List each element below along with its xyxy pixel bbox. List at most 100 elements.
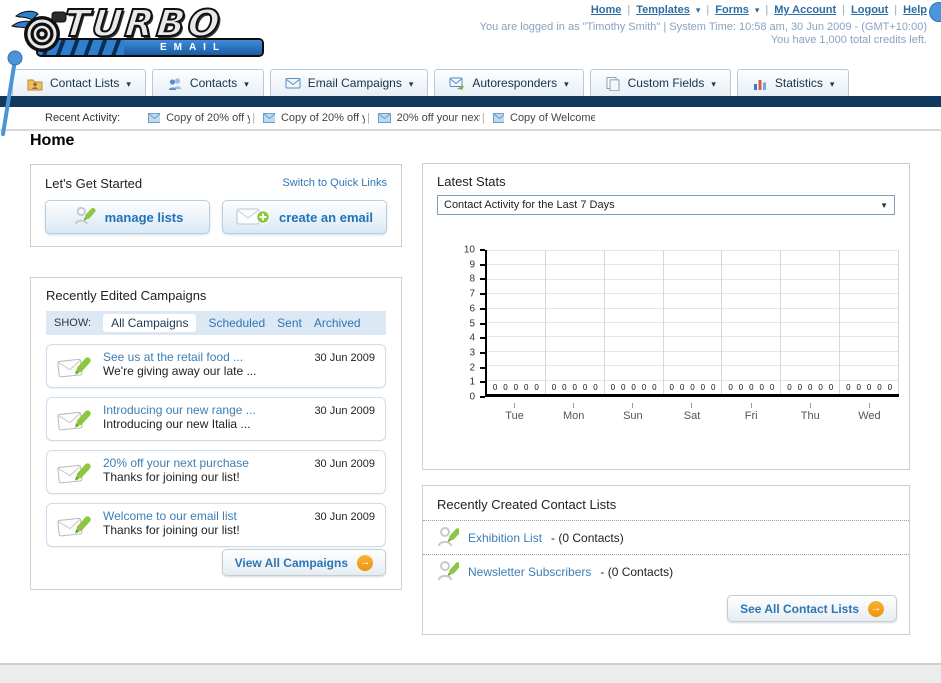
- campaigns-title: Recently Edited Campaigns: [46, 288, 207, 303]
- stats-report-select[interactable]: Contact Activity for the Last 7 Days: [437, 195, 895, 215]
- filter-scheduled[interactable]: Scheduled: [208, 316, 265, 330]
- annotation-pin-icon: [1, 50, 23, 136]
- people-icon: [168, 77, 182, 90]
- tab-contacts[interactable]: Contacts: [151, 69, 264, 96]
- campaign-date: 30 Jun 2009: [314, 352, 375, 364]
- x-tick-label: Sun: [603, 403, 662, 422]
- nav-separator: |: [894, 4, 898, 16]
- arrow-right-icon: [868, 600, 884, 617]
- filter-all-campaigns[interactable]: All Campaigns: [103, 314, 197, 332]
- nav-separator: |: [765, 4, 769, 16]
- activity-separator: |: [481, 112, 485, 124]
- tab-custom-fields[interactable]: Custom Fields: [589, 69, 731, 96]
- button-label: See All Contact Lists: [740, 601, 859, 616]
- x-tick-label: Wed: [840, 403, 899, 422]
- filter-sent[interactable]: Sent: [277, 316, 302, 330]
- caret-down-icon: [409, 76, 414, 90]
- value-labels: 00000: [787, 383, 834, 392]
- annotation-bubble-icon: [929, 2, 941, 22]
- recent-activity-item[interactable]: 20% off your next: [377, 112, 480, 124]
- create-email-button[interactable]: create an email: [222, 200, 387, 234]
- nav-separator: |: [706, 4, 710, 16]
- navy-divider-bar: [0, 96, 941, 107]
- tab-label: Contacts: [189, 76, 238, 90]
- campaign-row[interactable]: See us at the retail food ... We're givi…: [46, 344, 386, 388]
- turbo-email-logo: TURBO EMAIL: [8, 1, 280, 62]
- campaign-row[interactable]: 20% off your next purchase Thanks for jo…: [46, 450, 386, 494]
- switch-quick-links[interactable]: Switch to Quick Links: [282, 177, 387, 189]
- contact-list-detail: - (0 Contacts): [551, 530, 624, 545]
- chart-day-group: 00000: [840, 250, 900, 394]
- y-tick-label: 3: [469, 347, 475, 359]
- activity-separator: |: [252, 112, 256, 124]
- tab-label: Email Campaigns: [307, 76, 402, 90]
- contact-list-link[interactable]: Newsletter Subscribers: [468, 565, 591, 579]
- recent-activity-bar: Recent Activity: Copy of 20% off yc | Co…: [0, 107, 941, 131]
- campaign-subtitle: We're giving away our late ...: [103, 364, 257, 378]
- chart-x-axis: Tue Mon Sun Sat Fri Thu Wed: [485, 403, 899, 422]
- caret-down-icon: [126, 76, 131, 90]
- tab-label: Autoresponders: [472, 76, 558, 90]
- nav-home-link[interactable]: Home: [591, 4, 622, 16]
- x-tick-label: Fri: [722, 403, 781, 422]
- contact-list-row[interactable]: Newsletter Subscribers - (0 Contacts): [423, 554, 909, 588]
- contact-list-link[interactable]: Exhibition List: [468, 531, 542, 545]
- caret-down-icon: [244, 76, 249, 90]
- nav-forms-link[interactable]: Forms: [715, 4, 749, 16]
- value-labels: 00000: [551, 383, 598, 392]
- tab-autoresponders[interactable]: Autoresponders: [434, 69, 584, 96]
- nav-help-link[interactable]: Help: [903, 4, 927, 16]
- campaigns-panel: Recently Edited Campaigns SHOW: All Camp…: [30, 277, 402, 590]
- campaign-date: 30 Jun 2009: [314, 458, 375, 470]
- recent-activity-item[interactable]: Copy of 20% off yc: [263, 112, 365, 124]
- value-labels: 00000: [846, 383, 893, 392]
- envelope-icon: [263, 113, 275, 123]
- campaign-list: See us at the retail food ... We're givi…: [46, 344, 386, 547]
- select-value: Contact Activity for the Last 7 Days: [444, 199, 615, 211]
- person-pencil-icon: [438, 560, 459, 580]
- y-tick-label: 9: [469, 259, 475, 271]
- tab-contact-lists[interactable]: Contact Lists: [12, 69, 146, 96]
- value-labels: 00000: [610, 383, 657, 392]
- credits-info: You have 1,000 total credits left.: [770, 34, 927, 46]
- manage-lists-button[interactable]: manage lists: [45, 200, 210, 234]
- campaign-row[interactable]: Welcome to our email list Thanks for joi…: [46, 503, 386, 547]
- logo-word-turbo: TURBO: [61, 1, 226, 46]
- nav-my-account-link[interactable]: My Account: [774, 4, 836, 16]
- pages-icon: [606, 76, 620, 91]
- see-all-contact-lists-button[interactable]: See All Contact Lists: [727, 595, 897, 622]
- campaign-row[interactable]: Introducing our new range ... Introducin…: [46, 397, 386, 441]
- recent-activity-item[interactable]: Copy of Welcome tc: [492, 112, 595, 124]
- value-labels: 00000: [492, 383, 539, 392]
- contact-list-detail: - (0 Contacts): [600, 564, 674, 579]
- envelope-icon: [492, 113, 504, 123]
- value-labels: 00000: [669, 383, 716, 392]
- campaign-filter-bar: SHOW: All Campaigns Scheduled Sent Archi…: [46, 311, 386, 335]
- nav-templates-link[interactable]: Templates: [636, 4, 690, 16]
- campaign-date: 30 Jun 2009: [314, 405, 375, 417]
- filter-archived[interactable]: Archived: [314, 316, 361, 330]
- nav-separator: |: [842, 4, 846, 16]
- contact-lists-panel: Recently Created Contact Lists Exhibitio…: [422, 485, 910, 635]
- latest-stats-title: Latest Stats: [437, 174, 506, 189]
- envelope-plus-icon: [236, 208, 270, 225]
- tab-statistics[interactable]: Statistics: [736, 69, 850, 96]
- turbo-email-dashboard: TURBO EMAIL Home | Templates | Forms | M…: [0, 0, 941, 683]
- y-tick-label: 0: [469, 391, 475, 403]
- tab-label: Custom Fields: [627, 76, 705, 90]
- person-pencil-icon: [438, 526, 459, 546]
- activity-separator: |: [367, 112, 370, 124]
- envelope-arrow-icon: [449, 77, 465, 90]
- tab-label: Statistics: [774, 76, 823, 90]
- button-label: create an email: [279, 209, 373, 225]
- view-all-campaigns-button[interactable]: View All Campaigns: [221, 549, 386, 576]
- contact-list-row[interactable]: Exhibition List - (0 Contacts): [423, 520, 909, 554]
- recent-activity-label: Recent Activity:: [45, 112, 121, 124]
- campaign-subtitle: Introducing our new Italia ...: [103, 417, 251, 431]
- x-tick-label: Tue: [485, 403, 544, 422]
- recent-activity-item[interactable]: Copy of 20% off yc: [148, 112, 250, 124]
- y-tick-label: 6: [469, 303, 475, 315]
- nav-logout-link[interactable]: Logout: [851, 4, 888, 16]
- tab-email-campaigns[interactable]: Email Campaigns: [269, 69, 429, 96]
- y-tick-label: 8: [469, 273, 475, 285]
